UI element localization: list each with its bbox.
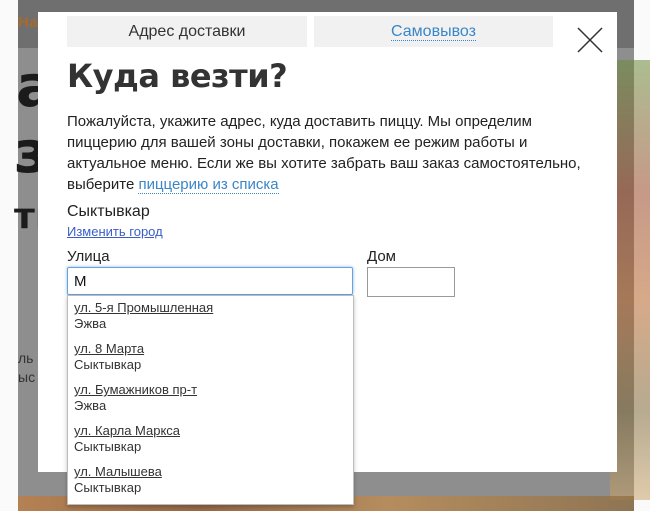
tab-delivery-address[interactable]: Адрес доставки <box>67 16 307 47</box>
suggestion-street[interactable]: ул. 8 Марта <box>74 341 353 357</box>
suggestion-item[interactable]: ул. Малышева Сыктывкар <box>68 464 353 505</box>
house-label: Дом <box>367 248 396 265</box>
house-input[interactable] <box>367 267 455 297</box>
street-label: Улица <box>67 248 110 265</box>
suggestion-item[interactable]: ул. Карла Маркса Сыктывкар <box>68 423 353 464</box>
suggestion-city: Сыктывкар <box>74 357 142 372</box>
suggestion-city: Сыктывкар <box>74 439 142 454</box>
background-side-text: ль <box>18 350 34 366</box>
suggestion-street[interactable]: ул. 5-я Промышленная <box>74 300 353 316</box>
modal-description: Пожалуйста, укажите адрес, куда доставит… <box>67 111 587 195</box>
suggestion-street[interactable]: ул. Карла Маркса <box>74 423 353 439</box>
tab-pickup[interactable]: Самовывоз <box>314 16 553 47</box>
suggestion-street[interactable]: ул. Малышева <box>74 464 353 480</box>
current-city: Сыктывкар <box>67 203 150 220</box>
suggestion-city: Сыктывкар <box>74 480 142 495</box>
modal-title: Куда везти? <box>67 57 288 95</box>
street-suggestions-dropdown: ул. 5-я Промышленная Эжва ул. 8 Марта Сы… <box>67 295 354 505</box>
change-city-link[interactable]: Изменить город <box>67 224 163 239</box>
background-side-text: ыс <box>18 369 36 385</box>
street-input[interactable] <box>67 267 353 295</box>
close-button[interactable] <box>576 26 604 54</box>
close-icon <box>577 27 603 53</box>
suggestion-city: Эжва <box>74 398 107 413</box>
tab-pickup-label[interactable]: Самовывоз <box>391 23 476 41</box>
suggestion-item[interactable]: ул. Бумажников пр-т Эжва <box>68 382 353 423</box>
suggestion-city: Эжва <box>74 316 107 331</box>
pizzeria-list-link[interactable]: пиццерию из списка <box>138 176 279 194</box>
suggestion-street[interactable]: ул. Бумажников пр-т <box>74 382 353 398</box>
suggestion-item[interactable]: ул. 8 Марта Сыктывкар <box>68 341 353 382</box>
suggestion-item[interactable]: ул. 5-я Промышленная Эжва <box>68 300 353 341</box>
